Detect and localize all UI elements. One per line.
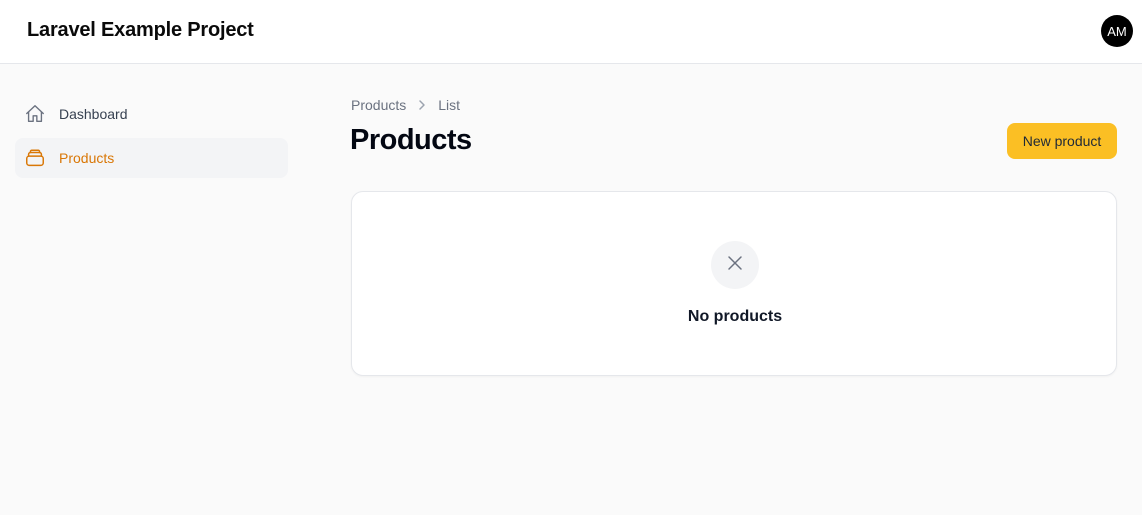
sidebar-item-dashboard[interactable]: Dashboard (15, 94, 288, 134)
products-table-card: No products (351, 191, 1117, 376)
empty-state-icon-container (711, 241, 759, 289)
home-icon (23, 102, 47, 126)
stack-icon (23, 146, 47, 170)
sidebar-item-label: Products (59, 150, 115, 166)
top-bar: Laravel Example Project AM (0, 0, 1142, 64)
breadcrumb-item-products[interactable]: Products (351, 97, 406, 113)
empty-state-message: No products (687, 308, 783, 325)
breadcrumb: Products List (351, 97, 460, 113)
x-icon (726, 254, 744, 277)
sidebar-item-products[interactable]: Products (15, 138, 288, 178)
app-title[interactable]: Laravel Example Project (27, 19, 254, 42)
page-title: Products (350, 124, 472, 156)
user-avatar[interactable]: AM (1101, 15, 1133, 47)
breadcrumb-item-list: List (438, 97, 461, 113)
sidebar-item-label: Dashboard (59, 106, 128, 122)
sidebar: Dashboard Products (15, 94, 288, 182)
chevron-right-icon (416, 99, 428, 111)
new-product-button[interactable]: New product (1007, 123, 1117, 159)
